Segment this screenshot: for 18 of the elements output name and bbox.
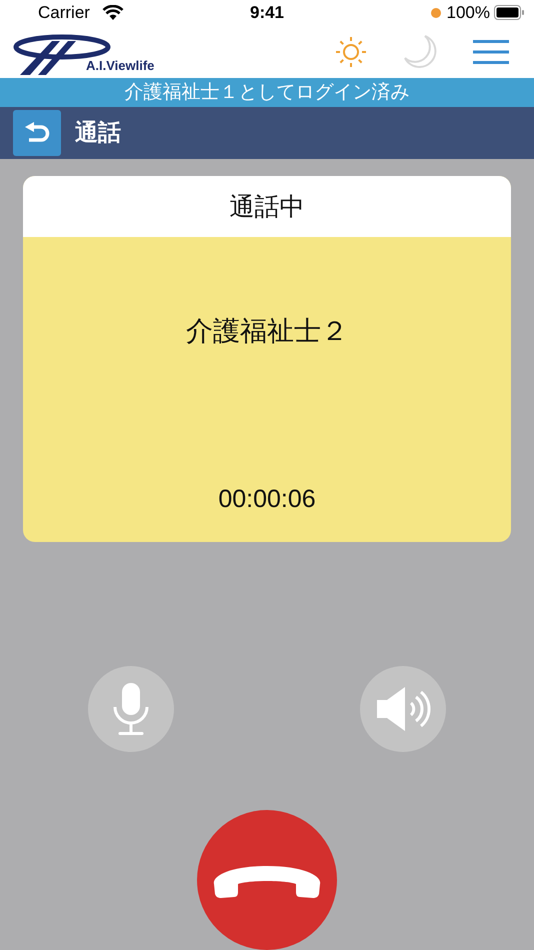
logo-text: A.I.Viewlife bbox=[86, 58, 154, 73]
microphone-icon bbox=[111, 681, 151, 737]
moon-icon[interactable] bbox=[403, 34, 439, 70]
location-dot-icon bbox=[430, 8, 441, 18]
back-button[interactable] bbox=[13, 110, 61, 156]
back-arrow-icon bbox=[24, 122, 50, 144]
call-timer: 00:00:06 bbox=[218, 485, 316, 514]
screen-title: 通話 bbox=[75, 119, 121, 148]
clock: 9:41 bbox=[248, 2, 286, 23]
callee-name: 介護福祉士２ bbox=[186, 315, 348, 349]
battery-icon bbox=[494, 5, 524, 20]
battery-percent: 100% bbox=[446, 2, 490, 23]
wifi-icon bbox=[102, 4, 124, 21]
login-banner: 介護福祉士１としてログイン済み bbox=[0, 78, 534, 107]
call-status: 通話中 bbox=[23, 176, 511, 237]
speaker-icon bbox=[375, 686, 431, 732]
carrier-name: Carrier bbox=[38, 2, 90, 23]
menu-icon[interactable] bbox=[473, 38, 509, 65]
